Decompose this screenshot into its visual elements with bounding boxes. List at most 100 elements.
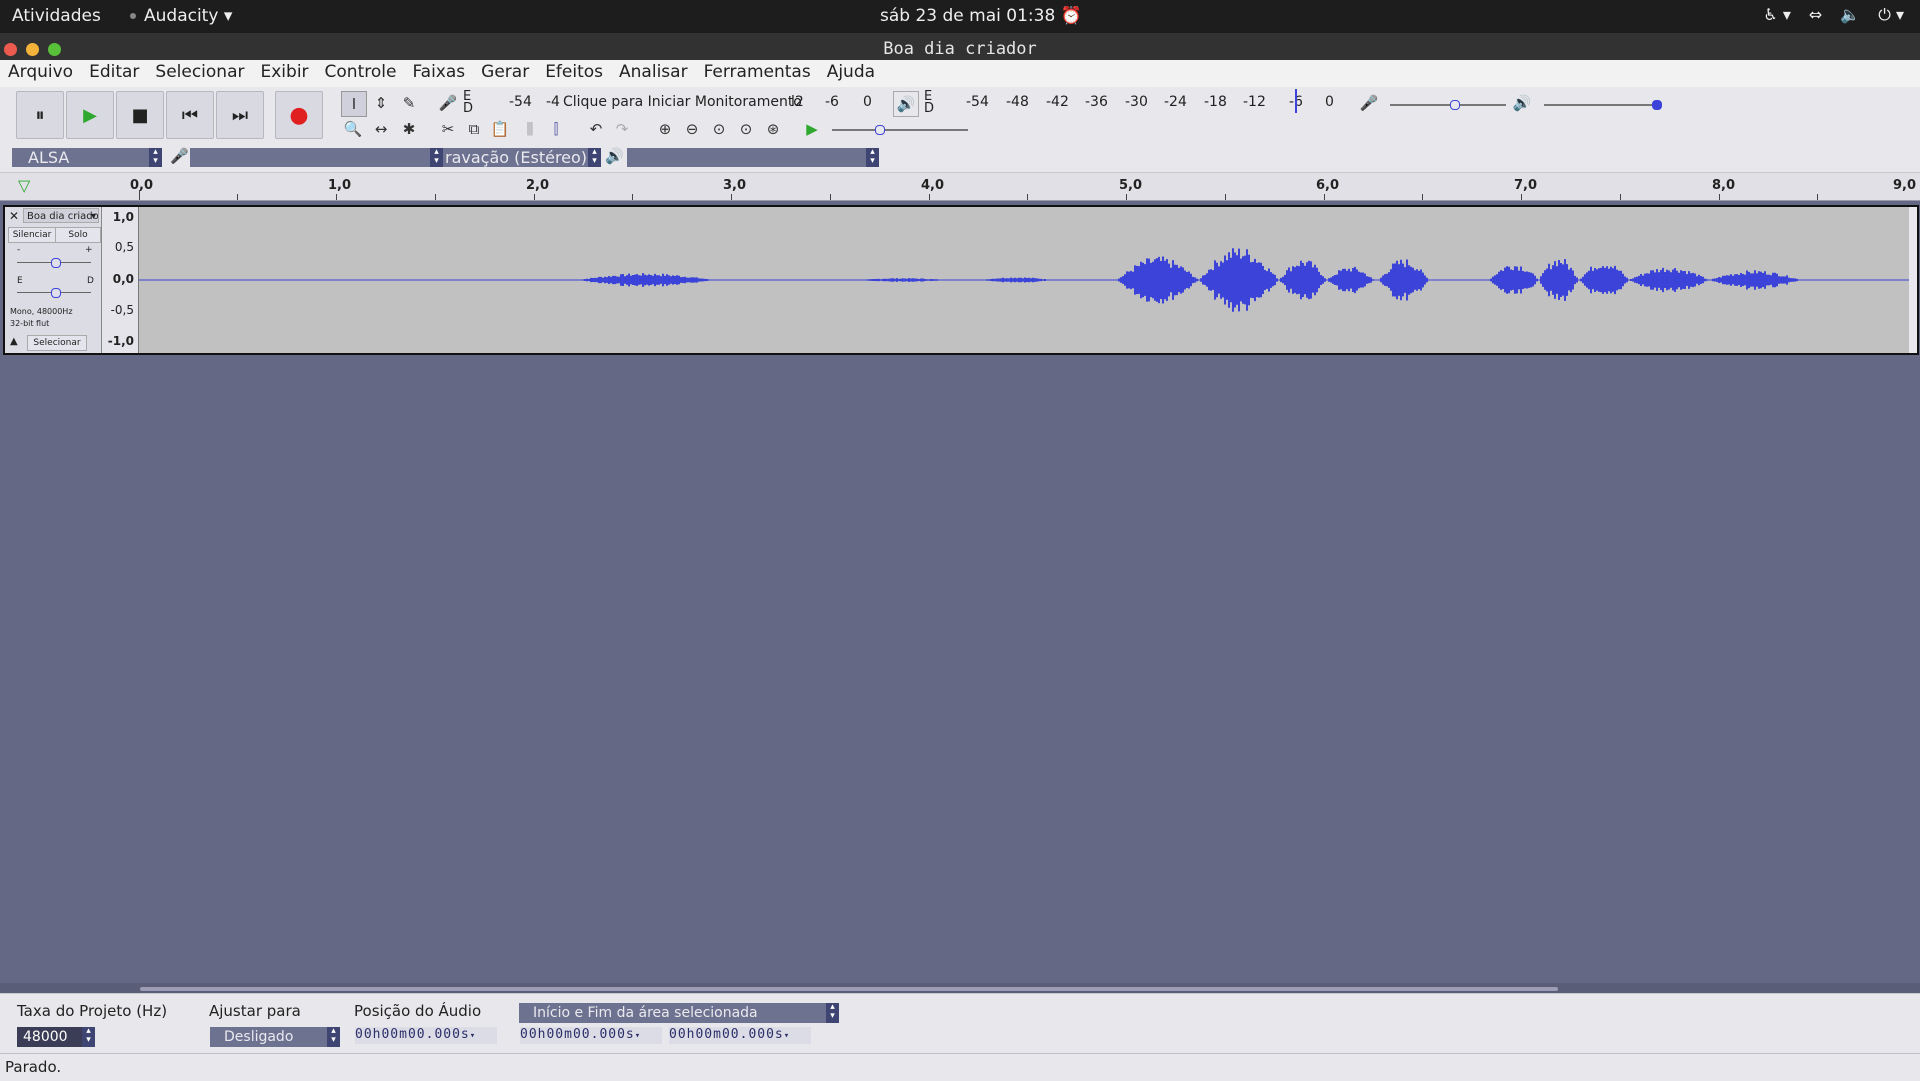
selection-end-time[interactable]: 00h00m00.000s▾ xyxy=(669,1027,811,1044)
waveform-area[interactable] xyxy=(139,207,1909,353)
menu-faixas[interactable]: Faixas xyxy=(404,60,473,87)
record-button[interactable]: ● xyxy=(275,91,323,139)
selection-start-time[interactable]: 00h00m00.000s▾ xyxy=(520,1027,662,1044)
recording-device-select[interactable]: ▴ ▾ xyxy=(190,148,443,167)
timeline-ruler[interactable]: ▽ 0,0 1,0 2,0 3,0 4,0 5,0 6,0 7,0 8,0 9,… xyxy=(0,173,1920,201)
selection-tool[interactable]: I xyxy=(341,91,367,117)
track-control-panel: ✕ Boa dia criador ▾ Silenciar Solo - + E… xyxy=(5,207,102,353)
track-sample-format: 32-bit flut xyxy=(10,319,50,328)
recording-volume-thumb[interactable] xyxy=(1450,100,1460,110)
skip-end-button[interactable]: ⏭ xyxy=(216,91,264,139)
selection-toolbar: Taxa do Projeto (Hz) 48000 ▴ ▾ Ajustar pa… xyxy=(0,993,1920,1054)
fit-selection-button[interactable]: ⊙ xyxy=(707,117,731,141)
time-format-dropdown-icon[interactable]: ▾ xyxy=(784,1031,790,1041)
snap-to-select[interactable]: Desligado ▴ ▾ xyxy=(210,1027,340,1047)
close-track-icon[interactable]: ✕ xyxy=(9,209,19,223)
activities-button[interactable]: Atividades xyxy=(12,6,101,26)
audio-track[interactable]: ✕ Boa dia criador ▾ Silenciar Solo - + E… xyxy=(3,205,1919,355)
multi-tool[interactable]: ✱ xyxy=(397,117,421,141)
power-icon[interactable]: ⏻ ▾ xyxy=(1878,5,1904,25)
menu-efeitos[interactable]: Efeitos xyxy=(537,60,611,87)
ruler-label: 4,0 xyxy=(921,178,945,193)
select-track-button[interactable]: Selecionar xyxy=(27,335,87,351)
record-meter-mic[interactable]: 🎤 xyxy=(436,91,460,115)
play-at-speed-icon: ▶ xyxy=(806,120,818,138)
meter-tick: 0 xyxy=(863,94,872,110)
app-menu[interactable]: Audacity ▾ xyxy=(130,6,232,26)
gain-slider-thumb[interactable] xyxy=(51,258,61,268)
menu-gerar[interactable]: Gerar xyxy=(473,60,537,87)
paste-button[interactable]: 📋 xyxy=(488,117,512,141)
play-meter-speaker[interactable]: 🔊 xyxy=(893,91,919,117)
menu-editar[interactable]: Editar xyxy=(81,60,147,87)
meter-tick: -36 xyxy=(1085,94,1108,110)
gain-slider[interactable] xyxy=(17,258,91,268)
playback-meter[interactable]: E D -54 -48 -42 -36 -30 -24 -18 -12 -6 0 xyxy=(924,89,1336,116)
zoom-in-button[interactable]: ⊕ xyxy=(653,117,677,141)
ruler-label: 2,0 xyxy=(526,178,550,193)
audio-position-time[interactable]: 00h00m00.000s▾ xyxy=(355,1027,497,1044)
cut-button[interactable]: ✂ xyxy=(436,117,460,141)
scrollbar-thumb[interactable] xyxy=(140,987,1558,991)
horizontal-scrollbar[interactable] xyxy=(0,983,1920,993)
play-button[interactable]: ▶ xyxy=(66,91,114,139)
stop-button[interactable]: ■ xyxy=(116,91,164,139)
fit-project-button[interactable]: ⊙ xyxy=(734,117,758,141)
playback-device-select[interactable]: ▴ ▾ xyxy=(627,148,879,167)
meter-peak-marker xyxy=(1295,89,1297,113)
solo-button[interactable]: Solo xyxy=(55,227,101,243)
trim-button[interactable]: ⫼ xyxy=(518,117,542,141)
vertical-amplitude-scale[interactable]: 1,0 0,5 0,0 -0,5 -1,0 xyxy=(102,207,139,353)
menu-controle[interactable]: Controle xyxy=(317,60,405,87)
project-rate-value: 48000 xyxy=(23,1029,68,1045)
meter-tick: -42 xyxy=(1046,94,1069,110)
audio-host-select[interactable]: ALSA ▴ ▾ xyxy=(12,148,162,167)
copy-button[interactable]: ⧉ xyxy=(462,117,486,141)
playback-volume-thumb[interactable] xyxy=(1652,100,1662,110)
pause-button[interactable]: ⏸ xyxy=(16,91,64,139)
selection-mode-select[interactable]: Início e Fim da área selecionada ▴ ▾ xyxy=(519,1003,839,1023)
menu-analisar[interactable]: Analisar xyxy=(611,60,696,87)
silence-button[interactable]: ⫿ xyxy=(544,117,568,141)
zoom-out-button[interactable]: ⊖ xyxy=(680,117,704,141)
speaker-icon: 🔊 xyxy=(605,147,624,165)
menu-ferramentas[interactable]: Ferramentas xyxy=(696,60,819,87)
clock[interactable]: sáb 23 de mai 01:38 ⏰ xyxy=(880,6,1082,26)
volume-icon[interactable]: 🔈 xyxy=(1840,5,1860,25)
mute-button[interactable]: Silenciar xyxy=(8,227,56,243)
menu-ajuda[interactable]: Ajuda xyxy=(819,60,883,87)
device-toolbar: ALSA ▴ ▾ 🎤 ▴ ▾ ravação (Estéreo) ▴ ▾ 🔊 ▴ ▾ xyxy=(0,143,1920,173)
envelope-tool[interactable]: ⇕ xyxy=(369,91,393,115)
timeshift-tool[interactable]: ↔ xyxy=(369,117,393,141)
zoom-toggle-button[interactable]: ⊛ xyxy=(761,117,785,141)
copy-icon: ⧉ xyxy=(468,120,480,138)
project-rate-select[interactable]: 48000 ▴ ▾ xyxy=(17,1027,95,1047)
play-speed-thumb[interactable] xyxy=(875,125,885,135)
track-name-menu[interactable]: Boa dia criador ▾ xyxy=(23,208,99,223)
recording-meter[interactable]: E D -54 -4 Clique para Iniciar Monitoram… xyxy=(463,89,873,116)
play-head-triangle-icon[interactable]: ▽ xyxy=(18,176,30,195)
network-icon[interactable]: ⇔ xyxy=(1809,5,1822,25)
mixer-mic: 🎤 xyxy=(1357,91,1381,115)
menu-exibir[interactable]: Exibir xyxy=(253,60,317,87)
chevron-updown-icon: ▴ ▾ xyxy=(82,1027,95,1047)
undo-button[interactable]: ↶ xyxy=(584,117,608,141)
skip-start-button[interactable]: ⏮ xyxy=(166,91,214,139)
draw-tool[interactable]: ✎ xyxy=(397,91,421,115)
recording-channels-select[interactable]: ravação (Estéreo) ▴ ▾ xyxy=(443,148,601,167)
time-format-dropdown-icon[interactable]: ▾ xyxy=(635,1031,641,1041)
time-format-dropdown-icon[interactable]: ▾ xyxy=(470,1031,476,1041)
menu-selecionar[interactable]: Selecionar xyxy=(147,60,252,87)
redo-button[interactable]: ↷ xyxy=(610,117,634,141)
collapse-track-icon[interactable]: ▲ xyxy=(10,336,18,347)
menu-arquivo[interactable]: Arquivo xyxy=(0,60,81,87)
play-speed-slider[interactable] xyxy=(832,125,968,135)
accessibility-icon[interactable]: ♿ ▾ xyxy=(1763,5,1790,25)
recording-channels-value: ravação (Estéreo) xyxy=(445,148,588,167)
play-at-speed-button[interactable]: ▶ xyxy=(800,117,824,141)
pan-slider[interactable] xyxy=(17,288,91,298)
zoom-tool[interactable]: 🔍 xyxy=(341,117,365,141)
recording-volume-slider[interactable] xyxy=(1390,100,1506,110)
pan-slider-thumb[interactable] xyxy=(51,288,61,298)
playback-volume-slider[interactable] xyxy=(1544,100,1662,110)
